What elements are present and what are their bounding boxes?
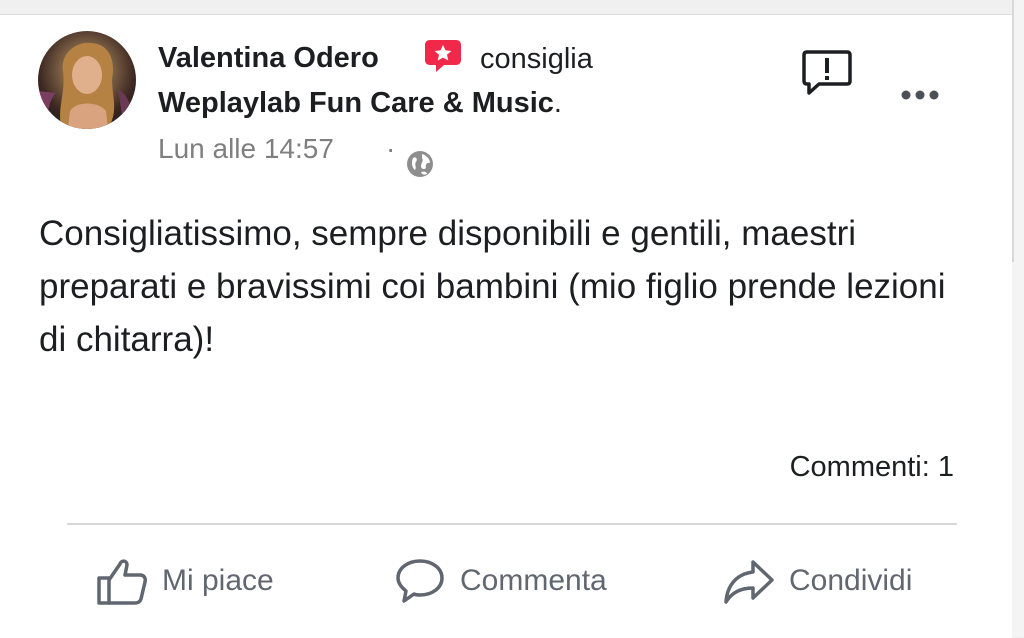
comments-count[interactable]: Commenti: 1 — [790, 451, 954, 484]
page-name-suffix: . — [553, 87, 562, 119]
share-arrow-icon — [724, 560, 774, 604]
comment-button[interactable]: Commenta — [394, 553, 607, 609]
more-options-icon[interactable] — [896, 82, 944, 108]
scroll-edge — [1012, 0, 1024, 637]
recommendation-star-icon — [424, 38, 462, 74]
author-name[interactable]: Valentina Odero — [158, 42, 379, 75]
recommends-verb: consiglia — [480, 43, 593, 75]
comment-bubble-icon — [396, 559, 444, 603]
report-flag-icon[interactable] — [801, 48, 853, 98]
like-button[interactable]: Mi piace — [96, 553, 274, 609]
share-button[interactable]: Condividi — [723, 553, 912, 609]
actions-divider — [67, 523, 957, 525]
thumbs-up-icon — [97, 559, 147, 605]
post-timestamp[interactable]: Lun alle 14:57 — [158, 133, 334, 165]
globe-icon — [406, 150, 434, 178]
like-label: Mi piace — [162, 564, 274, 597]
post-text: Consigliatissimo, sempre disponibili e g… — [39, 214, 946, 359]
page-name-link[interactable]: Weplaylab Fun Care & Music — [158, 87, 554, 119]
page-name-line: Weplaylab Fun Care & Music. — [158, 87, 562, 120]
avatar[interactable] — [38, 31, 136, 129]
comment-label: Commenta — [460, 564, 607, 597]
meta-separator: · — [386, 133, 396, 164]
share-label: Condividi — [789, 564, 913, 597]
